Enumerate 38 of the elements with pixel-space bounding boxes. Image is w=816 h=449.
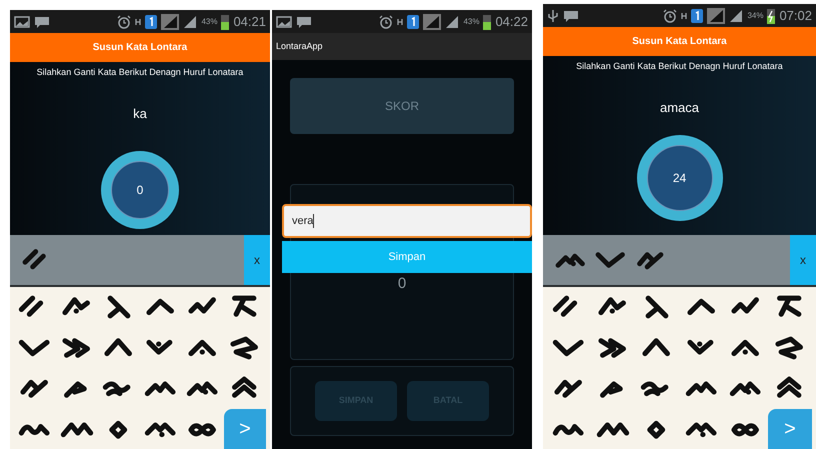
screen-title: Susun Kata Lontara: [92, 41, 188, 55]
score-value: 0: [398, 274, 406, 294]
alarm-clock-icon: [117, 14, 132, 28]
sim-icon: [407, 14, 420, 28]
clear-button[interactable]: x: [790, 235, 816, 285]
score-value: 0: [136, 182, 144, 199]
signal-icon: [183, 14, 198, 28]
screen-title: Susun Kata Lontara: [632, 35, 727, 49]
sim-icon: [145, 14, 158, 28]
clock-time: 07:02: [779, 6, 812, 25]
instruction-text: Silahkan Ganti Kata Berikut Denagn Huruf Lonatara: [36, 66, 244, 79]
signal-icon: [707, 8, 726, 24]
battery-percent: 43%: [201, 16, 218, 28]
target-word: amaca: [660, 98, 700, 116]
signal-icon: [161, 14, 180, 30]
target-word: ka: [133, 104, 147, 122]
sim-icon: [691, 8, 704, 22]
card-title: SKOR: [384, 98, 419, 115]
signal-icon: [423, 14, 442, 30]
battery-percent: 34%: [747, 10, 764, 22]
score-value: 24: [672, 170, 686, 187]
answer-field[interactable]: x: [543, 235, 816, 287]
alarm-clock-icon: [663, 8, 678, 22]
battery-percent: 43%: [463, 16, 480, 28]
alarm-clock-icon: [379, 14, 394, 28]
instruction-text: Silahkan Ganti Kata Berikut Denagn Huruf Lonatara: [576, 60, 783, 73]
network-type-icon: [397, 18, 404, 26]
clock-time: 04:21: [233, 12, 266, 31]
name-input-field[interactable]: vera: [282, 204, 532, 238]
network-type-icon: [681, 12, 688, 20]
answer-field[interactable]: x: [10, 235, 270, 287]
input-value: vera: [292, 214, 314, 229]
signal-icon: [729, 8, 744, 22]
clear-button[interactable]: x: [244, 235, 270, 285]
signal-icon: [445, 14, 460, 28]
clock-time: 04:22: [495, 12, 528, 31]
network-type-icon: [135, 18, 142, 26]
app-title: LontaraApp: [276, 40, 323, 53]
